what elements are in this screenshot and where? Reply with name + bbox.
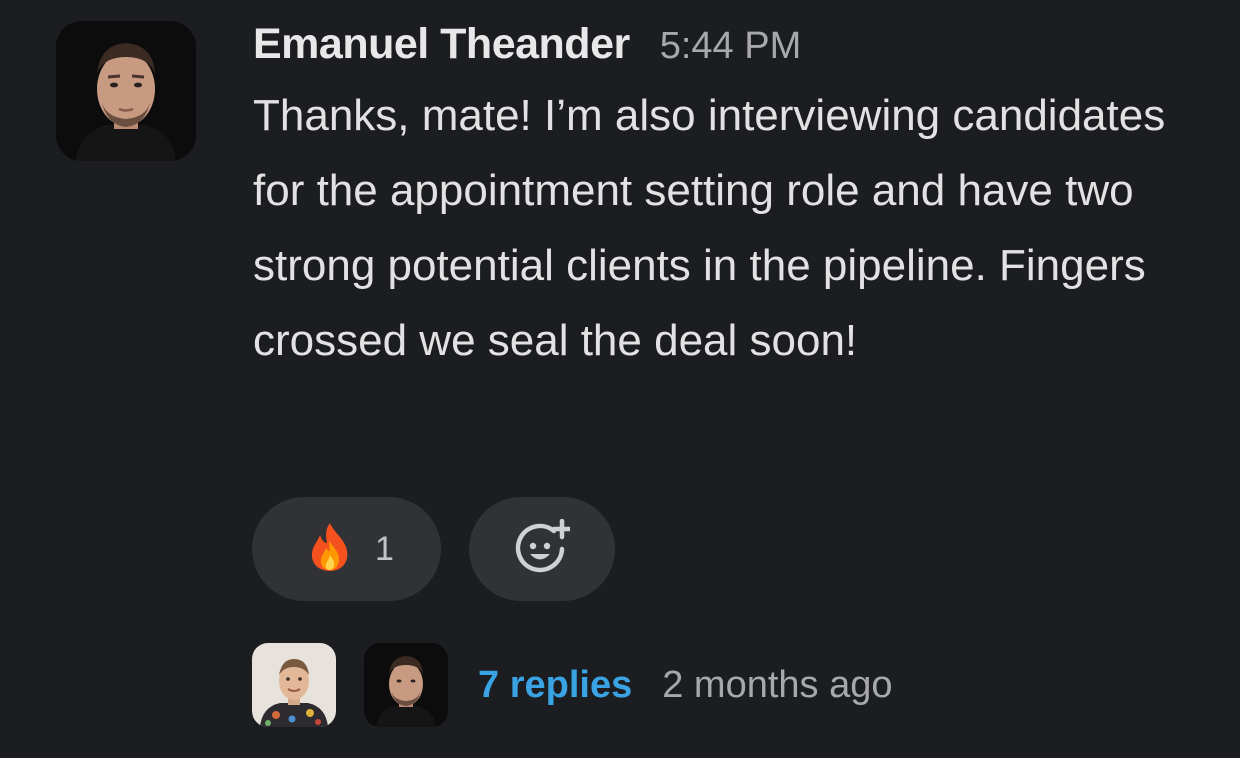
thread-summary: 7 replies 2 months ago bbox=[252, 643, 892, 727]
fire-icon bbox=[307, 521, 353, 578]
message-timestamp[interactable]: 5:44 PM bbox=[660, 25, 802, 68]
add-reaction-icon bbox=[514, 518, 573, 580]
reactions-bar: 1 bbox=[252, 497, 615, 601]
message-content: Emanuel Theander 5:44 PM Thanks, mate! I… bbox=[253, 20, 1203, 378]
reaction-count: 1 bbox=[375, 529, 394, 568]
author-name[interactable]: Emanuel Theander bbox=[253, 20, 630, 69]
participant-avatar[interactable] bbox=[252, 643, 336, 727]
message: Emanuel Theander 5:44 PM Thanks, mate! I… bbox=[0, 0, 1240, 758]
thread-last-reply-time: 2 months ago bbox=[662, 663, 893, 706]
author-avatar-image bbox=[56, 21, 196, 161]
participant-avatar-image bbox=[364, 643, 448, 727]
author-avatar[interactable] bbox=[56, 21, 196, 161]
thread-replies-link[interactable]: 7 replies bbox=[478, 664, 632, 707]
add-reaction-button[interactable] bbox=[469, 497, 615, 601]
participant-avatar-image bbox=[252, 643, 336, 727]
participant-avatar[interactable] bbox=[364, 643, 448, 727]
message-header: Emanuel Theander 5:44 PM bbox=[253, 20, 1203, 76]
message-text: Thanks, mate! I’m also interviewing cand… bbox=[253, 91, 1166, 365]
reaction-fire[interactable]: 1 bbox=[252, 497, 441, 601]
